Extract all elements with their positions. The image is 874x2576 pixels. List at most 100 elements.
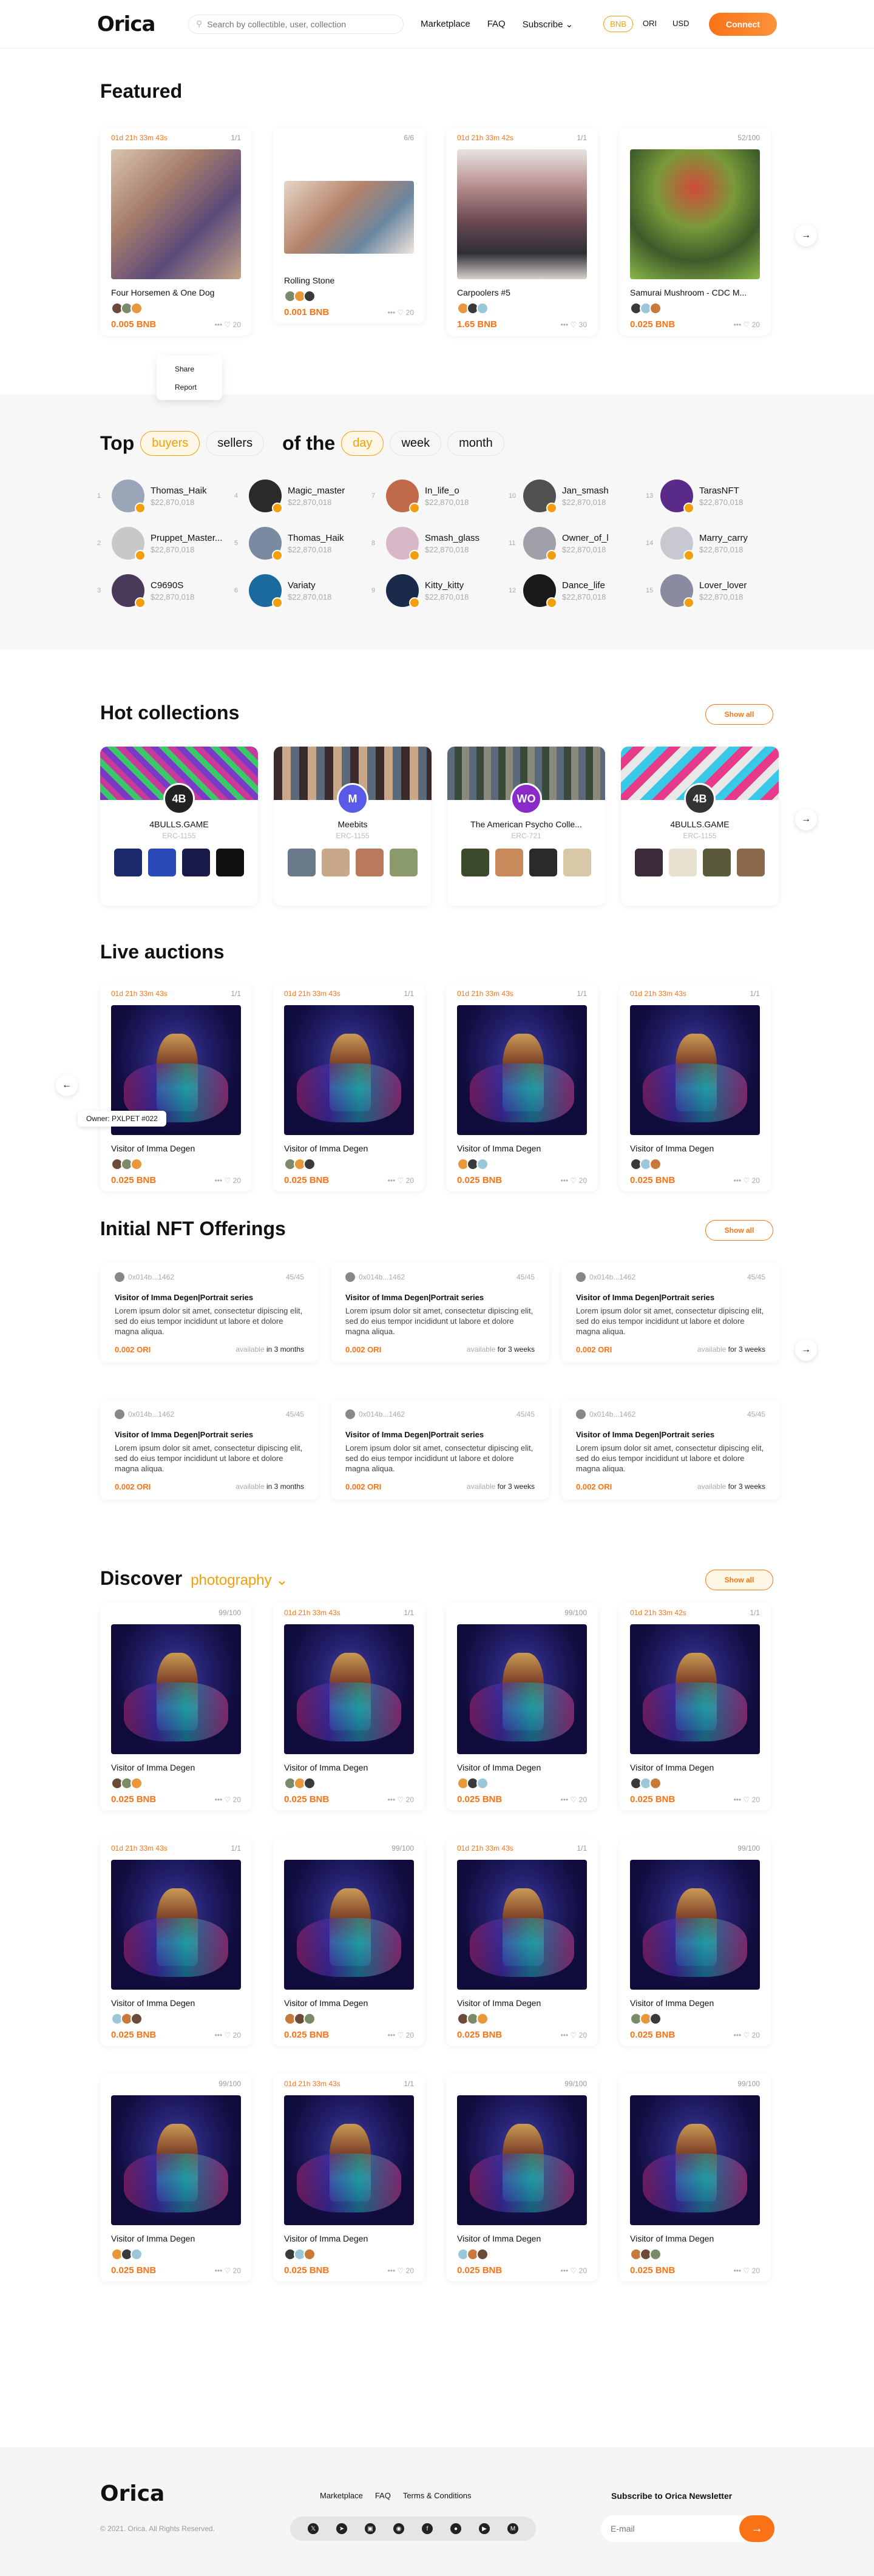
collection-thumbnail[interactable] [216, 849, 244, 876]
heart-icon[interactable]: ♡ [398, 1795, 406, 1804]
instagram-icon[interactable]: ▣ [365, 2523, 376, 2534]
nft-title[interactable]: Visitor of Imma Degen [111, 1144, 241, 1153]
top-seller-item[interactable]: 14 Marry_carry $22,870,018 [646, 527, 779, 561]
heart-icon[interactable]: ♡ [225, 1176, 233, 1185]
ino-card[interactable]: 0x014b...1462 45/45 Visitor of Imma Degen|… [561, 1263, 780, 1363]
collection-thumbnail[interactable] [148, 849, 176, 876]
seller-avatar[interactable] [660, 574, 694, 608]
heart-icon[interactable]: ♡ [225, 2266, 233, 2275]
live-prev-arrow-icon[interactable]: ← [56, 1074, 78, 1096]
seller-name[interactable]: Magic_master [288, 486, 345, 496]
tab-week[interactable]: week [390, 431, 442, 456]
featured-card[interactable]: 01d 21h 33m 42s 1/1 Carpoolers #5 1.65 BNB •… [446, 127, 598, 336]
avatar[interactable] [130, 1158, 143, 1170]
more-icon[interactable]: ••• [734, 1176, 744, 1185]
discover-card[interactable]: 01d 21h 33m 43s 1/1 Visitor of Imma Degen 0… [100, 1838, 252, 2046]
nft-title[interactable]: Visitor of Imma Degen [284, 2234, 414, 2243]
nft-title[interactable]: Visitor of Imma Degen [111, 1763, 241, 1772]
top-seller-item[interactable]: 4 Magic_master $22,870,018 [234, 480, 368, 514]
avatar[interactable] [303, 290, 316, 302]
top-seller-item[interactable]: 6 Variaty $22,870,018 [234, 574, 368, 608]
discover-card[interactable]: 99/100 Visitor of Imma Degen 0.025 BNB ••• … [619, 1838, 771, 2046]
ino-title[interactable]: Visitor of Imma Degen|Portrait series [345, 1430, 535, 1439]
avatar[interactable] [649, 2013, 662, 2025]
avatar[interactable] [303, 1158, 316, 1170]
avatar[interactable] [476, 2013, 489, 2025]
footer-link-terms[interactable]: Terms & Conditions [403, 2491, 472, 2500]
seller-avatar[interactable] [660, 527, 694, 561]
nft-image[interactable] [284, 1005, 414, 1135]
nft-image[interactable] [630, 1624, 760, 1754]
avatar[interactable] [130, 2248, 143, 2260]
seller-avatar[interactable] [523, 574, 557, 608]
heart-icon[interactable]: ♡ [571, 1795, 579, 1804]
more-icon[interactable]: ••• [561, 2266, 571, 2275]
more-icon[interactable]: ••• [734, 1795, 744, 1804]
nft-image[interactable] [630, 1005, 760, 1135]
featured-card[interactable]: 6/6 Rolling Stone 0.001 BNB ••• ♡ 20 [273, 127, 425, 324]
seller-name[interactable]: Variaty [288, 580, 331, 591]
more-icon[interactable]: ••• [215, 320, 225, 329]
nft-image[interactable] [284, 1624, 414, 1754]
nft-title[interactable]: Carpoolers #5 [457, 288, 587, 297]
avatar[interactable] [649, 1777, 662, 1789]
more-icon[interactable]: ••• [561, 1795, 571, 1804]
nft-image[interactable] [111, 149, 241, 279]
top-seller-item[interactable]: 13 TarasNFT $22,870,018 [646, 480, 779, 514]
top-seller-item[interactable]: 8 Smash_glass $22,870,018 [371, 527, 505, 561]
currency-usd[interactable]: USD [666, 16, 695, 32]
collection-thumbnail[interactable] [563, 849, 591, 876]
heart-icon[interactable]: ♡ [398, 2031, 406, 2039]
avatar[interactable] [130, 2013, 143, 2025]
nft-title[interactable]: Visitor of Imma Degen [111, 2234, 241, 2243]
avatar[interactable] [130, 1777, 143, 1789]
discover-card[interactable]: 01d 21h 33m 43s 1/1 Visitor of Imma Degen 0… [273, 2073, 425, 2282]
discover-card[interactable]: 01d 21h 33m 42s 1/1 Visitor of Imma Degen 0… [619, 1602, 771, 1811]
collection-name[interactable]: Meebits [274, 819, 432, 829]
heart-icon[interactable]: ♡ [744, 320, 752, 329]
nft-title[interactable]: Visitor of Imma Degen [111, 1998, 241, 2008]
heart-icon[interactable]: ♡ [225, 320, 233, 329]
nft-title[interactable]: Visitor of Imma Degen [630, 1998, 760, 2008]
discover-card[interactable]: 01d 21h 33m 43s 1/1 Visitor of Imma Degen 0… [446, 1838, 598, 2046]
hot-next-arrow-icon[interactable]: → [795, 808, 817, 830]
more-icon[interactable]: ••• [215, 2266, 225, 2275]
ino-card[interactable]: 0x014b...1462 45/45 Visitor of Imma Degen|… [100, 1263, 319, 1363]
tab-sellers[interactable]: sellers [206, 431, 265, 456]
ino-title[interactable]: Visitor of Imma Degen|Portrait series [115, 1293, 304, 1302]
seller-name[interactable]: Pruppet_Master... [151, 533, 222, 543]
collection-name[interactable]: 4BULLS.GAME [100, 819, 258, 829]
ino-title[interactable]: Visitor of Imma Degen|Portrait series [576, 1430, 765, 1439]
heart-icon[interactable]: ♡ [571, 2266, 579, 2275]
facebook-icon[interactable]: f [422, 2523, 433, 2534]
avatar[interactable] [649, 302, 662, 314]
nft-image[interactable] [457, 1005, 587, 1135]
nav-faq[interactable]: FAQ [487, 19, 506, 30]
nft-image[interactable] [457, 1860, 587, 1990]
ino-card[interactable]: 0x014b...1462 45/45 Visitor of Imma Degen|… [100, 1400, 319, 1500]
avatar[interactable] [649, 2248, 662, 2260]
seller-avatar[interactable] [249, 480, 283, 514]
owner-address[interactable]: 0x014b...1462 [576, 1272, 635, 1282]
orica-logo[interactable]: Orica [97, 12, 188, 36]
collection-thumbnail[interactable] [182, 849, 210, 876]
avatar[interactable] [303, 2013, 316, 2025]
discord-icon[interactable]: ◉ [393, 2523, 404, 2534]
nft-image[interactable] [457, 1624, 587, 1754]
search-input[interactable] [207, 19, 390, 29]
collection-name[interactable]: 4BULLS.GAME [621, 819, 779, 829]
discover-card[interactable]: 99/100 Visitor of Imma Degen 0.025 BNB ••• … [100, 1602, 252, 1811]
nft-title[interactable]: Samurai Mushroom - CDC M... [630, 288, 760, 297]
heart-icon[interactable]: ♡ [571, 1176, 579, 1185]
seller-name[interactable]: Jan_smash [562, 486, 609, 496]
collection-thumbnail[interactable] [356, 849, 384, 876]
seller-name[interactable]: Dance_life [562, 580, 606, 591]
heart-icon[interactable]: ♡ [225, 2031, 233, 2039]
more-icon[interactable]: ••• [215, 1795, 225, 1804]
nft-title[interactable]: Visitor of Imma Degen [457, 1144, 587, 1153]
top-seller-item[interactable]: 15 Lover_lover $22,870,018 [646, 574, 779, 608]
discover-card[interactable]: 99/100 Visitor of Imma Degen 0.025 BNB ••• … [100, 2073, 252, 2282]
nft-image[interactable] [457, 2095, 587, 2225]
reddit-icon[interactable]: ● [450, 2523, 461, 2534]
nft-image[interactable] [284, 1860, 414, 1990]
